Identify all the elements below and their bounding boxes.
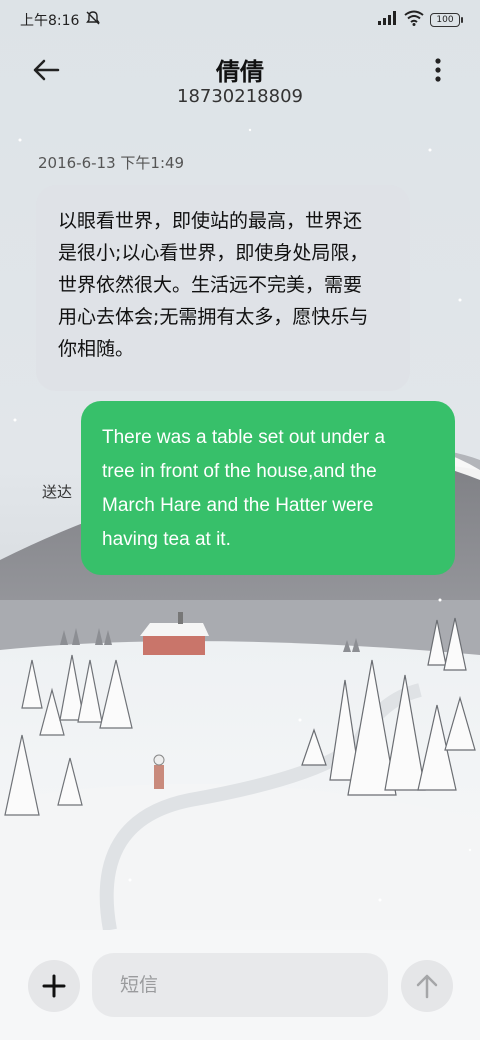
contact-number: 18730218809	[177, 86, 303, 107]
battery-icon: 100	[430, 13, 463, 27]
incoming-line: 世界依然很大。生活远不完美，需要	[58, 274, 363, 296]
battery-level: 100	[436, 15, 454, 25]
conversation-header: 倩倩 18730218809	[0, 44, 480, 114]
outgoing-message-bubble[interactable]: There was a table set out under a tree i…	[81, 401, 455, 575]
outgoing-line: having tea at it.	[102, 529, 231, 550]
composer-bar	[0, 930, 480, 1040]
incoming-line: 是很小;以心看世界，即使身处局限，	[58, 242, 369, 264]
incoming-line: 用心去体会;无需拥有太多，愿快乐与	[58, 306, 369, 328]
add-attachment-button[interactable]	[28, 960, 80, 1012]
send-button[interactable]	[401, 960, 453, 1012]
outgoing-line: There was a table set out under a	[102, 427, 386, 448]
delivery-status: 送达	[42, 483, 73, 501]
incoming-message-bubble[interactable]: 以眼看世界，即使站的最高，世界还 是很小;以心看世界，即使身处局限， 世界依然很…	[36, 185, 410, 391]
sms-input[interactable]	[92, 953, 388, 1017]
more-vertical-icon	[435, 58, 441, 82]
status-left: 上午8:16	[20, 10, 101, 30]
status-right: 100	[378, 10, 463, 30]
incoming-line: 以眼看世界，即使站的最高，世界还	[58, 210, 363, 232]
send-arrow-up-icon	[416, 974, 438, 999]
outgoing-line: tree in front of the house,and the	[102, 461, 377, 482]
signal-icon	[378, 11, 398, 29]
status-time: 上午8:16	[20, 13, 80, 29]
plus-icon	[42, 974, 66, 998]
contact-name: 倩倩	[216, 58, 264, 86]
incoming-line: 你相随。	[58, 338, 135, 360]
message-timestamp: 2016-6-13 下午1:49	[38, 154, 185, 172]
outgoing-line: March Hare and the Hatter were	[102, 495, 374, 516]
more-options-button[interactable]	[426, 52, 450, 88]
do-not-disturb-icon	[85, 10, 101, 30]
wifi-icon	[404, 10, 424, 30]
status-bar: 上午8:16 100	[0, 0, 480, 40]
